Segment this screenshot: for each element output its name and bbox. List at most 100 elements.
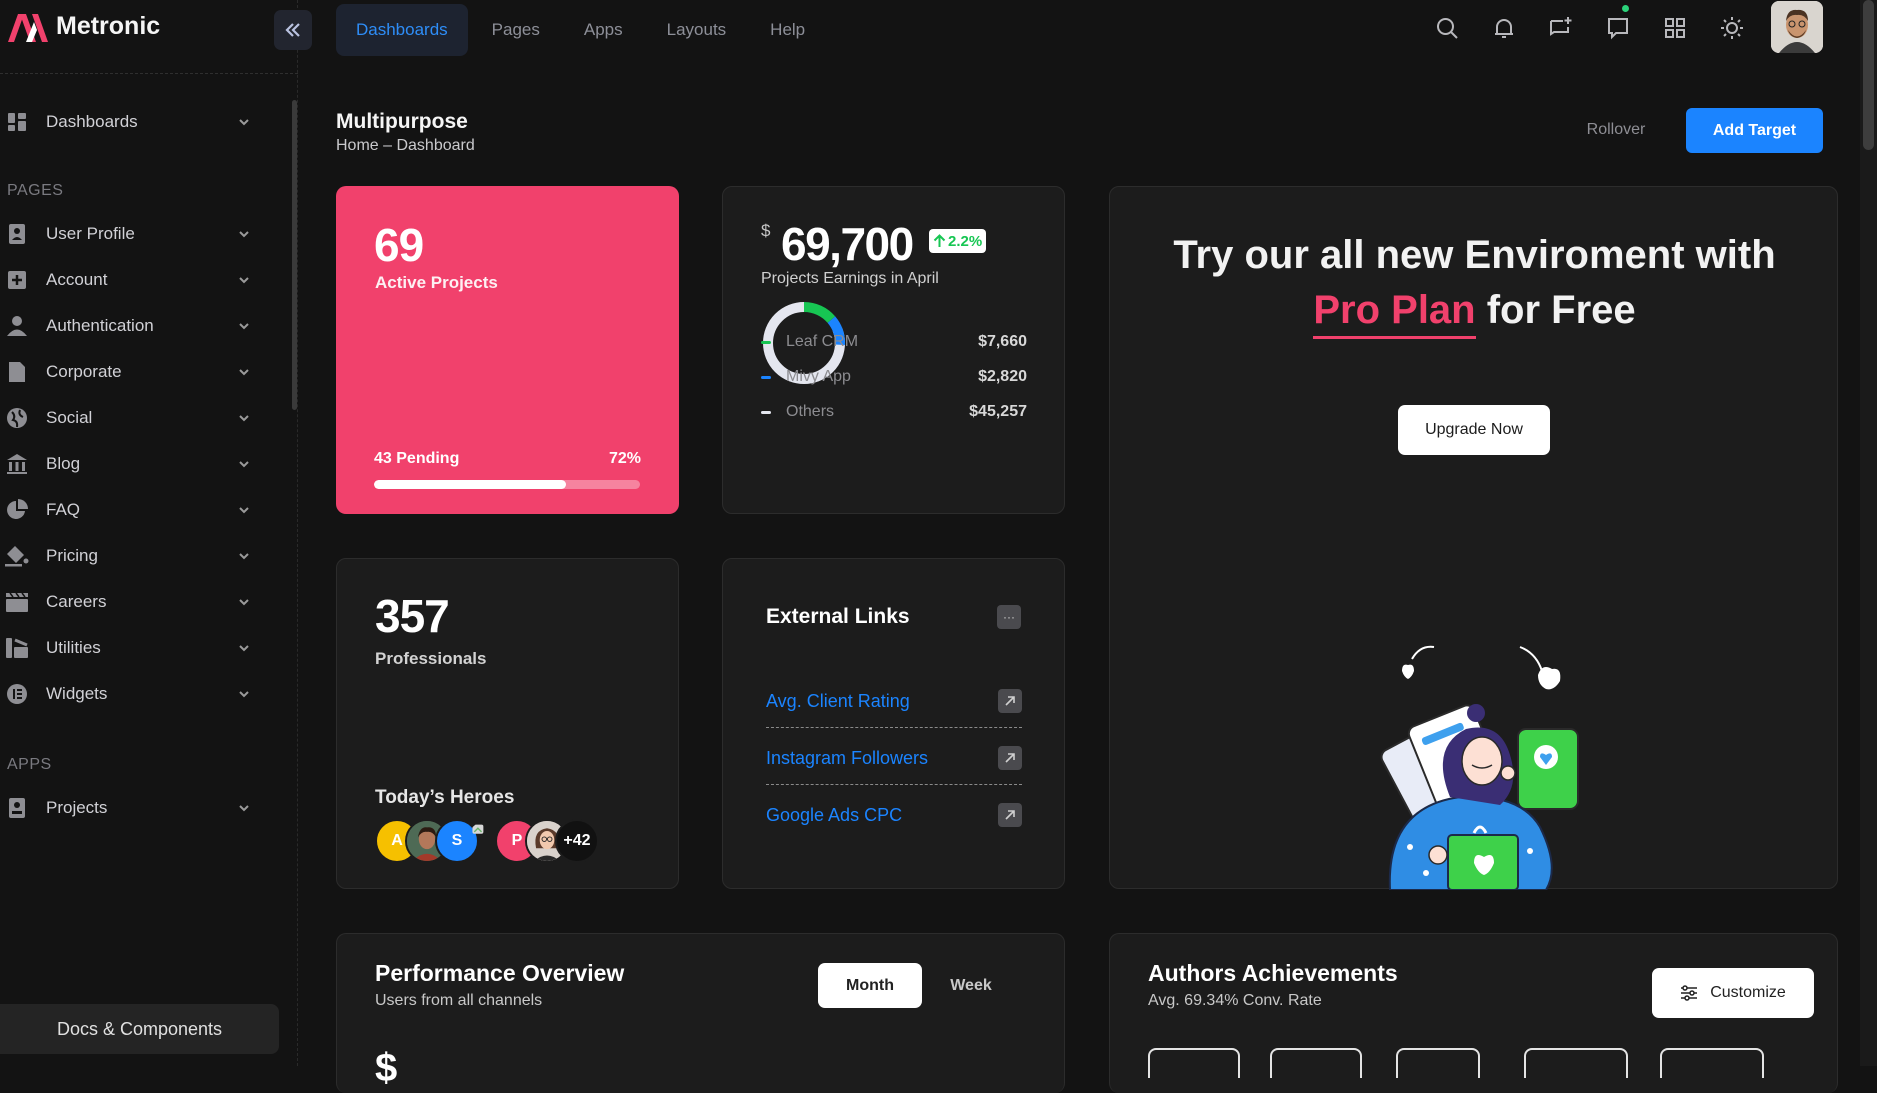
performance-title: Performance Overview <box>375 960 625 986</box>
sidebar-item-pricing[interactable]: Pricing <box>0 536 258 576</box>
legend-item: Others $45,257 <box>761 401 1027 423</box>
active-projects-value: 69 <box>374 219 424 271</box>
legend-bullet <box>761 375 771 379</box>
external-link[interactable]: Google Ads CPC <box>766 805 998 826</box>
sidebar-item-social[interactable]: Social <box>0 398 258 438</box>
scrollbar-thumb[interactable] <box>1863 0 1874 150</box>
week-toggle-button[interactable]: Week <box>931 963 1011 1008</box>
projects-icon <box>0 791 34 825</box>
external-link-row[interactable]: Instagram Followers <box>766 734 1022 782</box>
sidebar-item-blog[interactable]: Blog <box>0 444 258 484</box>
sidebar-item-utilities[interactable]: Utilities <box>0 628 258 668</box>
sidebar-item-projects[interactable]: Projects <box>0 788 258 828</box>
sidebar-item-label: Dashboards <box>46 112 138 131</box>
sidebar-scrollbar[interactable] <box>292 100 297 410</box>
sidebar-item-faq[interactable]: FAQ <box>0 490 258 530</box>
tab-apps[interactable]: Apps <box>564 4 643 56</box>
tab-help[interactable]: Help <box>750 4 825 56</box>
tab-dashboards[interactable]: Dashboards <box>336 4 468 56</box>
sidebar-item-label: Careers <box>46 592 107 611</box>
author-tab[interactable] <box>1660 1048 1764 1078</box>
chevron-down-icon <box>234 316 254 336</box>
sidebar-item-account[interactable]: Account <box>0 260 258 300</box>
sun-icon[interactable] <box>1703 12 1760 44</box>
month-toggle-button[interactable]: Month <box>818 963 922 1008</box>
top-navigation: Dashboards Pages Apps Layouts Help <box>336 4 825 56</box>
legend-bullet <box>761 410 771 414</box>
sidebar-section-apps: APPS <box>7 756 52 773</box>
chat-add-icon[interactable] <box>1532 12 1589 44</box>
elementor-icon <box>0 677 34 711</box>
rollover-button[interactable]: Rollover <box>1568 108 1664 152</box>
arrow-up-right-icon[interactable] <box>998 746 1022 770</box>
metronic-logo-icon[interactable] <box>6 12 50 44</box>
sidebar-item-careers[interactable]: Careers <box>0 582 258 622</box>
progress-fill <box>374 480 566 489</box>
more-dots-icon[interactable]: ··· <box>997 605 1021 629</box>
author-tab[interactable] <box>1148 1048 1240 1078</box>
dashboard-grid-icon <box>0 105 34 139</box>
legend-amount: $7,660 <box>978 333 1027 350</box>
chevron-down-icon <box>234 224 254 244</box>
external-links-card: External Links ··· Avg. Client Rating In… <box>722 558 1065 889</box>
sidebar-item-label: Authentication <box>46 316 154 335</box>
sidebar: Metronic Dashboards PAGES User Profile A… <box>0 0 298 1066</box>
arrow-up-right-icon[interactable] <box>998 689 1022 713</box>
professionals-card: 357 Professionals Today’s Heroes A S P +… <box>336 558 679 889</box>
tab-pages[interactable]: Pages <box>472 4 560 56</box>
breadcrumb[interactable]: Home – Dashboard <box>336 137 475 155</box>
sidebar-item-corporate[interactable]: Corporate <box>0 352 258 392</box>
pro-plan-highlight: Pro Plan <box>1313 288 1476 339</box>
author-tab[interactable] <box>1270 1048 1362 1078</box>
upgrade-now-button[interactable]: Upgrade Now <box>1398 405 1550 455</box>
professionals-label: Professionals <box>375 649 487 668</box>
performance-subtitle: Users from all channels <box>375 992 543 1009</box>
sidebar-item-label: Corporate <box>46 362 122 381</box>
user-profile-icon <box>0 217 34 251</box>
sidebar-section-pages: PAGES <box>7 182 64 199</box>
brand-name[interactable]: Metronic <box>56 12 160 41</box>
sliders-icon <box>1680 985 1698 1001</box>
docs-components-button[interactable]: Docs & Components <box>0 1004 279 1054</box>
apps-grid-icon[interactable] <box>1646 12 1703 44</box>
external-link-row[interactable]: Avg. Client Rating <box>766 677 1022 725</box>
change-badge: 2.2% <box>929 229 987 253</box>
user-icon <box>0 309 34 343</box>
author-tab[interactable] <box>1396 1048 1480 1078</box>
notification-dot <box>1622 5 1629 12</box>
legend-name: Mivy App <box>786 368 851 385</box>
author-tab[interactable] <box>1524 1048 1628 1078</box>
chevron-down-icon <box>234 546 254 566</box>
tab-layouts[interactable]: Layouts <box>647 4 747 56</box>
sidebar-item-widgets[interactable]: Widgets <box>0 674 258 714</box>
external-link[interactable]: Instagram Followers <box>766 748 998 769</box>
bell-icon[interactable] <box>1475 12 1532 44</box>
arrow-up-right-icon[interactable] <box>998 803 1022 827</box>
search-icon[interactable] <box>1418 12 1475 44</box>
user-avatar[interactable] <box>1771 1 1823 53</box>
bank-icon <box>0 447 34 481</box>
external-link-row[interactable]: Google Ads CPC <box>766 791 1022 839</box>
sidebar-item-label: Account <box>46 270 108 289</box>
paint-bucket-icon <box>0 539 34 573</box>
sidebar-item-dashboards[interactable]: Dashboards <box>0 102 258 142</box>
active-projects-card: 69 Active Projects 43 Pending 72% <box>336 186 679 514</box>
authors-achievements-card: Authors Achievements Avg. 69.34% Conv. R… <box>1109 933 1838 1093</box>
chevron-down-icon <box>234 362 254 382</box>
performance-value-partial: $ <box>375 1046 398 1090</box>
customize-button[interactable]: Customize <box>1652 968 1814 1018</box>
professionals-value: 357 <box>375 590 450 642</box>
currency-symbol: $ <box>761 221 771 240</box>
change-value: 2.2% <box>948 232 983 250</box>
sidebar-collapse-button[interactable] <box>274 10 312 50</box>
external-link[interactable]: Avg. Client Rating <box>766 691 998 712</box>
page-title: Multipurpose <box>336 110 468 133</box>
sidebar-item-authentication[interactable]: Authentication <box>0 306 258 346</box>
chevron-down-icon <box>234 270 254 290</box>
avatar-more-count[interactable]: +42 <box>555 819 599 863</box>
sidebar-item-user-profile[interactable]: User Profile <box>0 214 258 254</box>
message-icon[interactable] <box>1589 5 1646 44</box>
add-target-button[interactable]: Add Target <box>1686 108 1823 153</box>
page-scrollbar[interactable] <box>1860 0 1877 1066</box>
promo-tail: for Free <box>1475 288 1636 332</box>
